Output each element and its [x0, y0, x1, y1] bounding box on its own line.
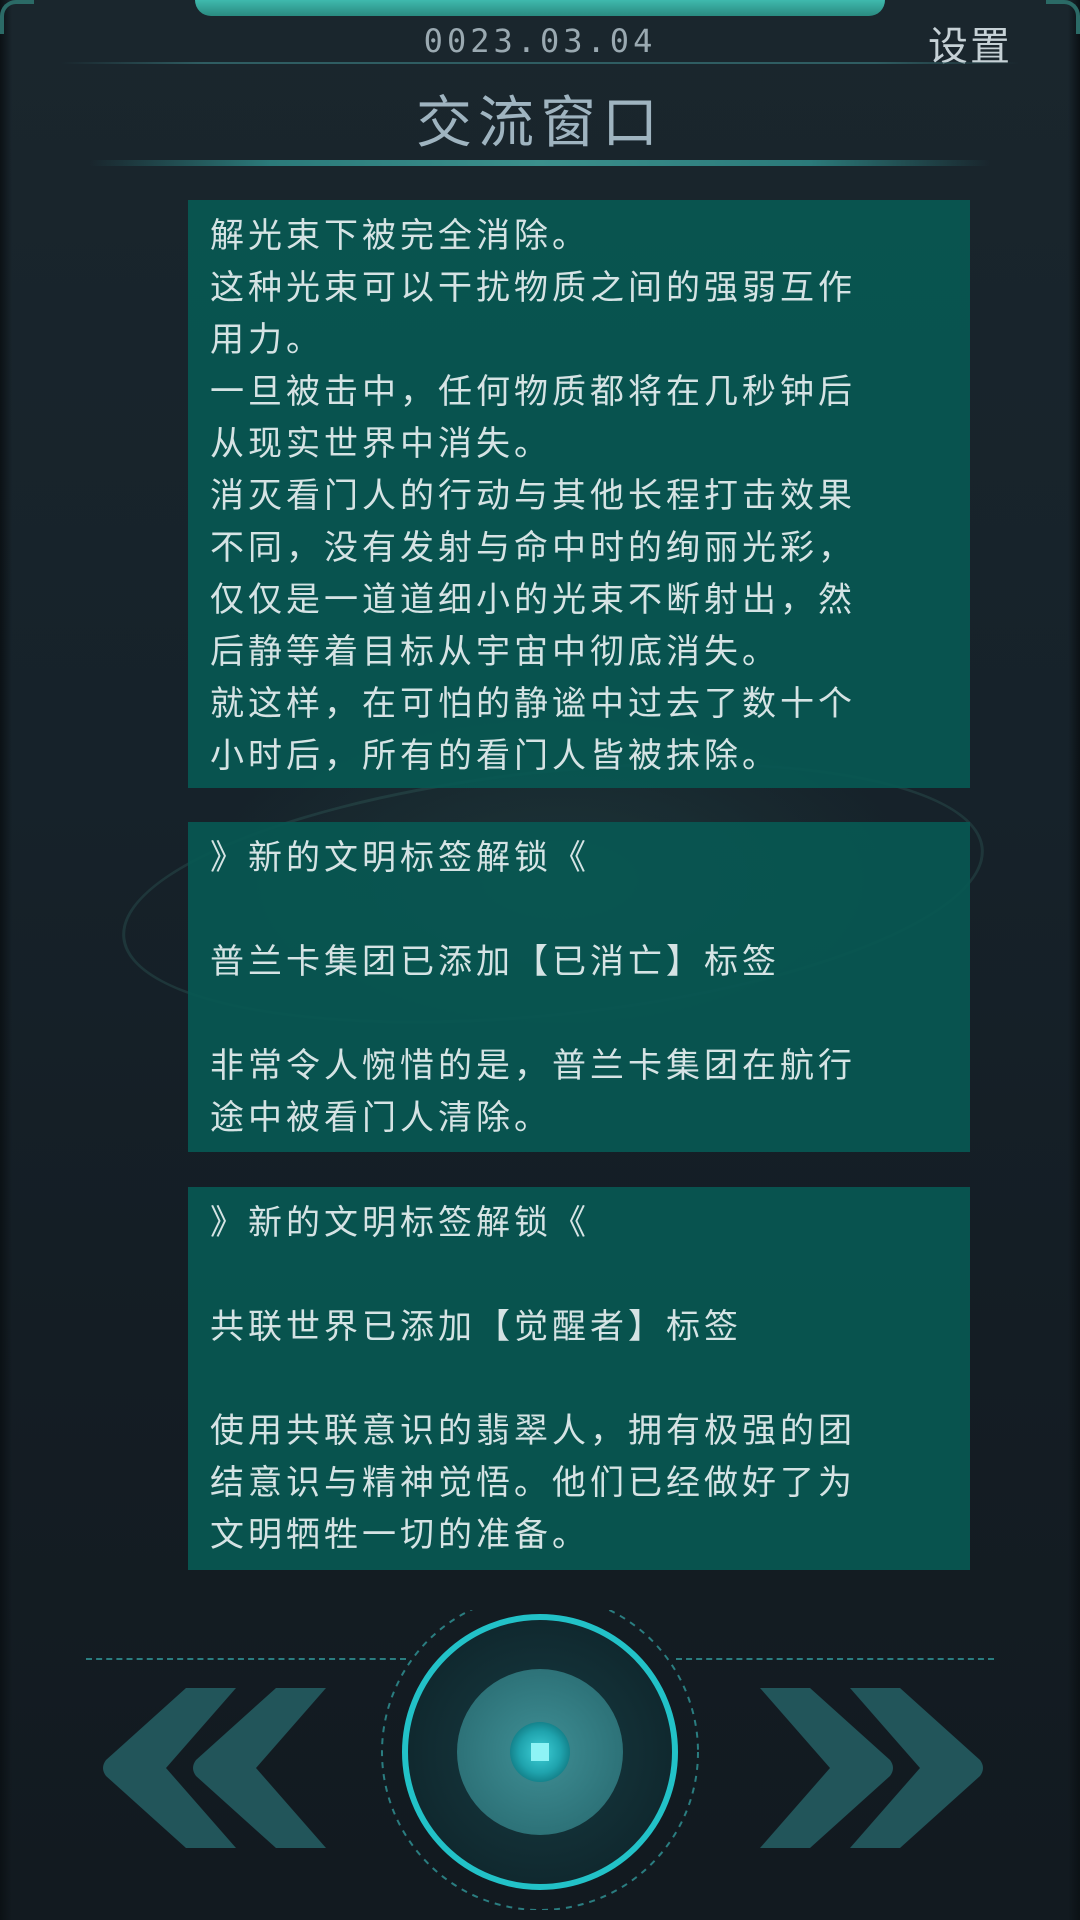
- frame-edge-right: [1068, 0, 1080, 1920]
- double-chevron-right-icon: [760, 1688, 983, 1848]
- top-accent-bar: [195, 0, 885, 16]
- previous-button[interactable]: [100, 1688, 330, 1848]
- control-divider-right: [676, 1658, 994, 1660]
- message-line: 从现实世界中消失。: [210, 424, 552, 464]
- tag-description-line: 使用共联意识的翡翠人，拥有极强的团: [210, 1411, 856, 1451]
- message-line: 这种光束可以干扰物质之间的强弱互作: [210, 268, 856, 308]
- next-button[interactable]: [756, 1688, 986, 1848]
- center-dial: [381, 1593, 699, 1911]
- tag-added-line: 普兰卡集团已添加【已消亡】标签: [210, 942, 780, 982]
- control-divider-left: [86, 1658, 406, 1660]
- message-line: 仅仅是一道道细小的光束不断射出，然: [210, 580, 856, 620]
- game-date: 0023.03.04: [423, 22, 657, 60]
- message-line: 解光束下被完全消除。: [210, 216, 590, 256]
- tag-description-line: 途中被看门人清除。: [210, 1098, 552, 1138]
- center-action-button[interactable]: [380, 1593, 700, 1911]
- message-line: 后静等着目标从宇宙中彻底消失。: [210, 632, 780, 672]
- message-line: 一旦被击中，任何物质都将在几秒钟后: [210, 372, 856, 412]
- message-card: 解光束下被完全消除。 这种光束可以干扰物质之间的强弱互作 用力。 一旦被击中，任…: [188, 200, 970, 788]
- double-chevron-left-icon: [103, 1688, 326, 1848]
- tag-description-line: 非常令人惋惜的是，普兰卡集团在航行: [210, 1046, 856, 1086]
- page-title: 交流窗口: [416, 91, 664, 156]
- frame-edge-left: [0, 0, 12, 1920]
- tag-unlock-card: 》新的文明标签解锁《 普兰卡集团已添加【已消亡】标签 非常令人惋惜的是，普兰卡集…: [188, 822, 970, 1152]
- tag-description-line: 文明牺牲一切的准备。: [210, 1515, 590, 1555]
- message-line: 小时后，所有的看门人皆被抹除。: [210, 736, 780, 776]
- tag-description-line: 结意识与精神觉悟。他们已经做好了为: [210, 1463, 856, 1503]
- message-line: 就这样，在可怕的静谧中过去了数十个: [210, 684, 856, 724]
- message-line: 用力。: [210, 320, 324, 360]
- stop-square-icon: [531, 1743, 549, 1761]
- message-line: 消灭看门人的行动与其他长程打击效果: [210, 476, 856, 516]
- tag-unlock-heading: 》新的文明标签解锁《: [210, 838, 590, 878]
- tag-unlock-heading: 》新的文明标签解锁《: [210, 1203, 590, 1243]
- message-line: 不同，没有发射与命中时的绚丽光彩，: [210, 528, 856, 568]
- header-divider: [60, 62, 1020, 64]
- tag-unlock-card: 》新的文明标签解锁《 共联世界已添加【觉醒者】标签 使用共联意识的翡翠人，拥有极…: [188, 1187, 970, 1570]
- title-underline: [90, 160, 990, 166]
- tag-added-line: 共联世界已添加【觉醒者】标签: [210, 1307, 742, 1347]
